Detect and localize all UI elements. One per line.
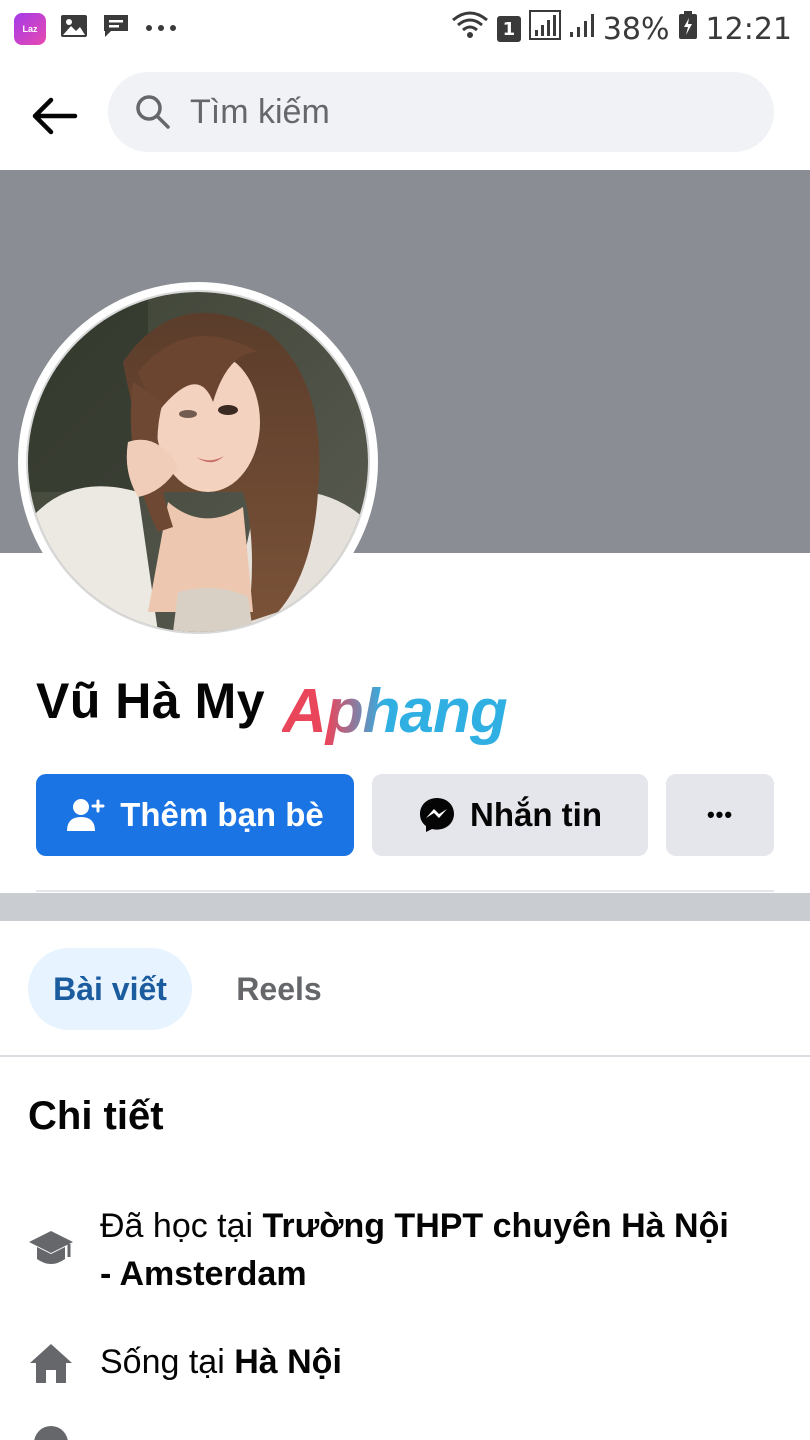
message-notification-icon (102, 12, 130, 45)
more-notifications-icon (144, 20, 178, 38)
details-heading: Chi tiết (28, 1094, 164, 1138)
section-separator (0, 893, 810, 921)
back-button[interactable] (22, 84, 86, 148)
clock: 12:21 (705, 11, 792, 47)
watermark-logo: Aphang (282, 677, 508, 746)
graduation-cap-icon (26, 1224, 76, 1274)
messenger-icon (418, 796, 456, 834)
divider (36, 890, 774, 892)
profile-avatar[interactable] (18, 282, 378, 642)
signal-sim2-icon (569, 10, 595, 48)
tabs-divider (0, 1055, 810, 1057)
search-icon (136, 95, 170, 129)
home-icon (26, 1338, 76, 1388)
battery-percent: 38% (602, 11, 670, 47)
search-input[interactable] (190, 92, 710, 132)
tab-reels[interactable]: Reels (214, 948, 344, 1030)
lazada-app-icon: Laz (14, 12, 46, 45)
detail-lives-in: Sống tại Hà Nội (26, 1338, 740, 1388)
add-friend-button[interactable]: Thêm bạn bè (36, 774, 354, 856)
wifi-icon (451, 10, 489, 48)
more-options-button[interactable]: ••• (666, 774, 774, 856)
lives-in-city[interactable]: Hà Nội (234, 1343, 342, 1381)
battery-charging-icon (678, 10, 698, 48)
message-button[interactable]: Nhắn tin (372, 774, 648, 856)
education-prefix: Đã học tại (100, 1207, 263, 1245)
status-bar: Laz 1 38% 12:21 (0, 0, 810, 56)
search-bar[interactable] (108, 72, 774, 152)
profile-photo (26, 290, 370, 634)
top-header (0, 56, 810, 170)
signal-sim1-icon (528, 10, 561, 48)
status-bar-notifications: Laz (14, 12, 178, 45)
add-person-icon (66, 797, 106, 833)
tab-posts[interactable]: Bài viết (28, 948, 192, 1030)
sim-slot-badge: 1 (496, 16, 521, 42)
add-friend-label: Thêm bạn bè (120, 796, 324, 833)
partial-icon (34, 1426, 68, 1440)
arrow-left-icon (32, 97, 78, 135)
profile-name: Vũ Hà My (36, 673, 266, 729)
detail-partial-row (26, 1426, 68, 1440)
lives-in-prefix: Sống tại (100, 1343, 235, 1381)
detail-education: Đã học tại Trường THPT chuyên Hà Nội - A… (26, 1202, 740, 1298)
status-bar-system: 1 38% 12:21 (451, 10, 792, 48)
more-dots-icon: ••• (706, 802, 734, 827)
gallery-icon (60, 13, 88, 44)
message-label: Nhắn tin (470, 796, 602, 833)
